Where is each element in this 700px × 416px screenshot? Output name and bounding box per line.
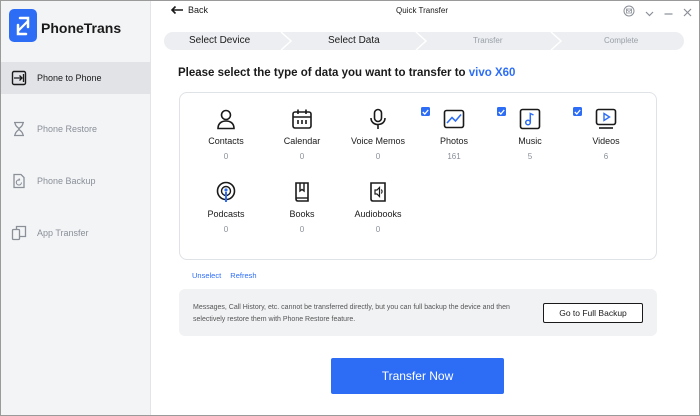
category-label: Voice Memos [350,136,406,146]
sidebar-item-label: Phone Restore [37,124,98,134]
category-label: Audiobooks [354,209,402,219]
category-count: 0 [375,152,381,161]
heading-text: Please select the type of data you want … [178,67,466,79]
sidebar-item-label: Phone to Phone [37,73,102,83]
sidebar-item-phone-restore[interactable]: Phone Restore [1,113,151,145]
selection-links: Unselect Refresh [192,271,264,280]
hourglass-icon [11,121,27,137]
sidebar-item-label: Phone Backup [37,176,96,186]
category-label: Podcasts [207,209,245,219]
close-icon[interactable] [683,4,692,22]
feedback-icon[interactable] [623,4,635,22]
step-select-device: Select Device [189,35,251,46]
refresh-link[interactable]: Refresh [230,271,256,280]
full-backup-notice: Messages, Call History, etc. cannot be t… [179,289,657,336]
device-name: vivo X60 [468,67,516,79]
category-count: 0 [375,225,381,234]
category-label: Calendar [283,136,321,146]
category-label: Books [289,209,315,219]
category-videos[interactable]: Videos 6 [568,107,644,161]
phone-to-phone-icon [11,70,27,86]
category-books[interactable]: Books 0 [264,180,340,234]
podcasts-icon [188,180,264,204]
books-icon [264,180,340,204]
step-separator-icon [415,32,428,50]
category-count: 0 [299,152,305,161]
microphone-icon [340,107,416,131]
category-contacts[interactable]: Contacts 0 [188,107,264,161]
minimize-icon[interactable] [664,4,673,22]
calendar-icon [264,107,340,131]
back-label: Back [188,5,209,15]
full-backup-button[interactable]: Go to Full Backup [543,303,643,323]
transfer-now-button[interactable]: Transfer Now [331,358,504,394]
category-label: Photos [439,136,469,146]
category-count: 0 [223,152,229,161]
sidebar-item-label: App Transfer [37,228,89,238]
category-label: Contacts [208,136,244,146]
category-label: Music [518,136,542,146]
category-count: 5 [527,152,533,161]
window-controls [623,4,692,22]
step-complete: Complete [604,36,639,45]
sidebar-item-app-transfer[interactable]: App Transfer [1,217,151,249]
step-separator-icon [280,32,293,50]
step-transfer: Transfer [473,36,503,45]
audiobooks-icon [340,180,416,204]
sidebar-item-phone-backup[interactable]: Phone Backup [1,165,151,197]
videos-icon [568,107,644,131]
sidebar: PhoneTrans Phone to Phone Phone Restore … [1,1,151,415]
category-count: 161 [447,152,461,161]
category-voice-memos[interactable]: Voice Memos 0 [340,107,416,161]
category-audiobooks[interactable]: Audiobooks 0 [340,180,416,234]
step-select-data: Select Data [328,35,380,46]
category-podcasts[interactable]: Podcasts 0 [188,180,264,234]
category-count: 0 [223,225,229,234]
app-logo [9,9,37,42]
step-separator-icon [550,32,563,50]
category-count: 6 [603,152,609,161]
unselect-link[interactable]: Unselect [192,271,221,280]
contacts-icon [188,107,264,131]
arrow-left-icon [170,5,183,15]
photos-icon [416,107,492,131]
sidebar-item-phone-to-phone[interactable]: Phone to Phone [1,62,151,94]
page-title: Please select the type of data you want … [178,67,515,79]
notice-text: Messages, Call History, etc. cannot be t… [193,304,510,323]
back-button[interactable]: Back [170,5,208,15]
category-count: 0 [299,225,305,234]
menu-chevron-icon[interactable] [645,4,654,22]
backup-icon [11,173,27,189]
window-title: Quick Transfer [396,6,449,15]
progress-steps: Select Device Select Data Transfer Compl… [164,32,684,50]
music-icon [492,107,568,131]
category-label: Videos [592,136,620,146]
category-photos[interactable]: Photos 161 [416,107,492,161]
category-music[interactable]: Music 5 [492,107,568,161]
app-brand: PhoneTrans [41,20,122,36]
data-type-grid: Contacts 0 Calendar 0 Voice Memos 0 Phot… [179,92,657,260]
category-calendar[interactable]: Calendar 0 [264,107,340,161]
app-transfer-icon [11,225,27,241]
